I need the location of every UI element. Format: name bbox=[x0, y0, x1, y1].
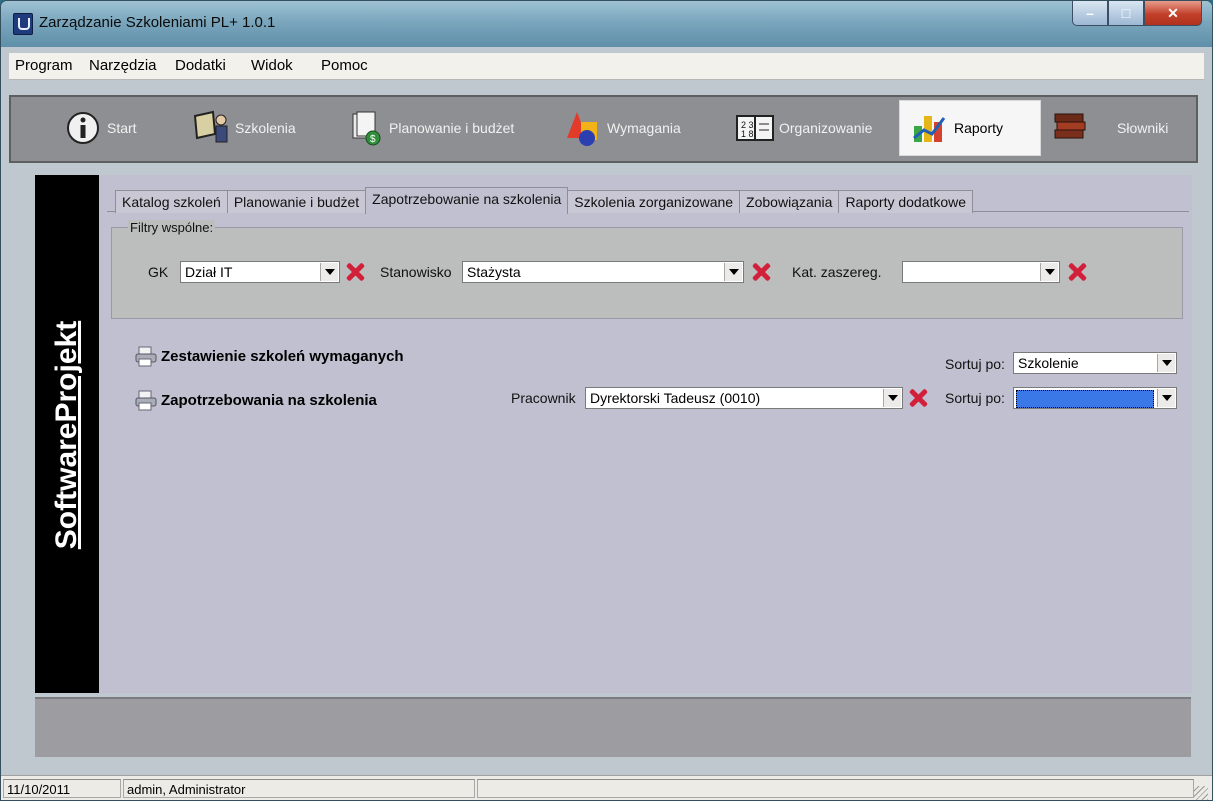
tab-planowanie-budzet[interactable]: Planowanie i budżet bbox=[226, 190, 367, 213]
toolbar-organizowanie-label: Organizowanie bbox=[779, 120, 873, 136]
shapes-icon bbox=[563, 108, 603, 148]
tab-zapotrzebowanie[interactable]: Zapotrzebowanie na szkolenia bbox=[365, 187, 569, 214]
pracownik-select[interactable]: Dyrektorski Tadeusz (0010) bbox=[585, 387, 903, 409]
stanowisko-value: Stażysta bbox=[467, 264, 521, 280]
report-zapotrzebowania-label: Zapotrzebowania na szkolenia bbox=[161, 391, 377, 409]
maximize-icon: □ bbox=[1121, 5, 1131, 21]
status-user: admin, Administrator bbox=[123, 779, 475, 798]
books-icon bbox=[1051, 108, 1091, 148]
menu-bar: Program Narzędzia Dodatki Widok Pomoc bbox=[9, 53, 1204, 80]
tab-zobowiazania[interactable]: Zobowiązania bbox=[739, 190, 840, 213]
sortuj-zestawienie-select[interactable]: Szkolenie bbox=[1013, 352, 1177, 374]
trainers-icon bbox=[191, 108, 231, 148]
kat-zaszereg-select[interactable] bbox=[902, 261, 1060, 283]
toolbar-raporty-label: Raporty bbox=[954, 120, 1004, 136]
report-zestawienie-link[interactable]: Zestawienie szkoleń wymaganych bbox=[135, 345, 404, 367]
menu-dodatki[interactable]: Dodatki bbox=[175, 57, 226, 74]
brand-sidebar: SoftwareProjekt bbox=[35, 175, 99, 693]
gk-value: Dział IT bbox=[185, 264, 233, 280]
chevron-down-icon[interactable] bbox=[1157, 389, 1175, 407]
stanowisko-label: Stanowisko bbox=[380, 264, 452, 280]
toolbar-szkolenia[interactable]: Szkolenia bbox=[191, 103, 296, 153]
menu-pomoc[interactable]: Pomoc bbox=[321, 57, 368, 74]
sortuj-zestawienie-label: Sortuj po: bbox=[945, 356, 1005, 372]
status-date: 11/10/2011 bbox=[3, 779, 121, 798]
app-window: Zarządzanie Szkoleniami PL+ 1.0.1 – □ ✕ … bbox=[0, 0, 1213, 801]
window-controls: – □ ✕ bbox=[1072, 1, 1202, 27]
toolbar-slowniki-label: Słowniki bbox=[1117, 120, 1169, 136]
toolbar-start[interactable]: Start bbox=[63, 103, 137, 153]
menu-narzedzia[interactable]: Narzędzia bbox=[89, 57, 157, 74]
kat-zaszereg-label: Kat. zaszereg. bbox=[792, 264, 882, 280]
title-bar[interactable]: Zarządzanie Szkoleniami PL+ 1.0.1 – □ ✕ bbox=[1, 1, 1212, 47]
menu-widok[interactable]: Widok bbox=[251, 57, 293, 74]
toolbar-slowniki[interactable]: Słowniki bbox=[1051, 103, 1168, 153]
resize-grip-icon[interactable] bbox=[1194, 786, 1208, 800]
window-title: Zarządzanie Szkoleniami PL+ 1.0.1 bbox=[39, 14, 276, 31]
toolbar-start-label: Start bbox=[107, 120, 137, 136]
tab-raporty-dodatkowe[interactable]: Raporty dodatkowe bbox=[838, 190, 974, 213]
sortuj-zapotrzebowania-select[interactable] bbox=[1013, 387, 1177, 409]
app-icon[interactable] bbox=[13, 13, 33, 35]
sortuj-zestawienie-value: Szkolenie bbox=[1018, 355, 1079, 371]
printer-icon bbox=[135, 345, 157, 367]
toolbar-planowanie-label: Planowanie i budżet bbox=[389, 120, 515, 136]
reports-icon bbox=[910, 108, 950, 148]
minimize-button[interactable]: – bbox=[1072, 1, 1108, 26]
clear-kat-zaszereg-icon[interactable] bbox=[1066, 261, 1088, 283]
close-button[interactable]: ✕ bbox=[1144, 1, 1202, 26]
status-extra bbox=[477, 779, 1194, 798]
budget-icon: $ bbox=[345, 108, 385, 148]
filters-legend: Filtry wspólne: bbox=[128, 220, 216, 235]
module-toolbar: Start Szkolenia $ Planowanie i budżet Wy… bbox=[9, 95, 1198, 163]
gk-select[interactable]: Dział IT bbox=[180, 261, 340, 283]
maximize-button[interactable]: □ bbox=[1108, 1, 1144, 26]
gk-label: GK bbox=[148, 264, 169, 280]
report-zestawienie-label: Zestawienie szkoleń wymaganych bbox=[161, 347, 404, 365]
chevron-down-icon[interactable] bbox=[1040, 263, 1058, 281]
tab-szkolenia-zorganizowane[interactable]: Szkolenia zorganizowane bbox=[567, 190, 741, 213]
svg-text:$: $ bbox=[370, 134, 376, 145]
bottom-panel bbox=[35, 697, 1191, 757]
clear-gk-icon[interactable] bbox=[344, 261, 366, 283]
clear-pracownik-icon[interactable] bbox=[907, 387, 929, 409]
toolbar-wymagania[interactable]: Wymagania bbox=[563, 103, 681, 153]
chevron-down-icon[interactable] bbox=[1157, 354, 1175, 372]
minimize-icon: – bbox=[1086, 5, 1094, 21]
close-icon: ✕ bbox=[1167, 4, 1179, 21]
sortuj-zapotrzebowania-label: Sortuj po: bbox=[945, 390, 1005, 406]
chevron-down-icon[interactable] bbox=[320, 263, 338, 281]
svg-text:1 8: 1 8 bbox=[741, 129, 754, 139]
report-tabs: Katalog szkoleń Planowanie i budżet Zapo… bbox=[115, 187, 974, 214]
sortuj-zapotrzebowania-value bbox=[1016, 390, 1154, 408]
info-icon bbox=[63, 108, 103, 148]
report-zapotrzebowania-link[interactable]: Zapotrzebowania na szkolenia bbox=[135, 389, 377, 411]
clear-stanowisko-icon[interactable] bbox=[750, 261, 772, 283]
brand-text: SoftwareProjekt bbox=[50, 320, 83, 550]
common-filters-group: Filtry wspólne: GK Dział IT Stanowisko S… bbox=[111, 220, 1183, 319]
calendar-icon: 2 31 8 bbox=[735, 108, 775, 148]
chevron-down-icon[interactable] bbox=[883, 389, 901, 407]
status-bar: 11/10/2011 admin, Administrator bbox=[1, 775, 1212, 800]
toolbar-szkolenia-label: Szkolenia bbox=[235, 120, 296, 136]
toolbar-wymagania-label: Wymagania bbox=[607, 120, 681, 136]
menu-program[interactable]: Program bbox=[15, 57, 73, 74]
tab-katalog-szkolen[interactable]: Katalog szkoleń bbox=[115, 190, 228, 213]
pracownik-value: Dyrektorski Tadeusz (0010) bbox=[590, 390, 761, 406]
toolbar-planowanie[interactable]: $ Planowanie i budżet bbox=[345, 103, 514, 153]
toolbar-raporty[interactable]: Raporty bbox=[899, 100, 1041, 156]
toolbar-organizowanie[interactable]: 2 31 8 Organizowanie bbox=[735, 103, 872, 153]
printer-icon bbox=[135, 389, 157, 411]
chevron-down-icon[interactable] bbox=[724, 263, 742, 281]
pracownik-label: Pracownik bbox=[511, 390, 576, 406]
stanowisko-select[interactable]: Stażysta bbox=[462, 261, 744, 283]
